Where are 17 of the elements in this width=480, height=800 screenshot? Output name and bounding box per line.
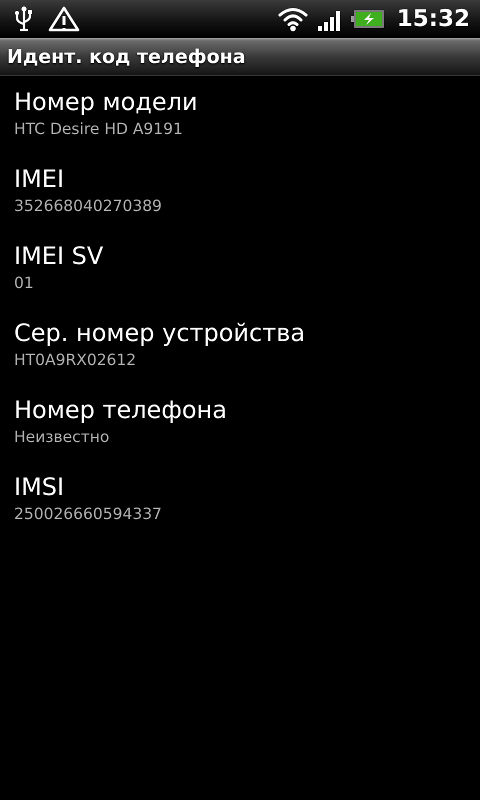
clock-time: 15:32: [396, 6, 470, 32]
screen-title: Идент. код телефона: [7, 46, 246, 68]
item-label: IMSI: [14, 472, 66, 503]
item-label: IMEI SV: [14, 241, 104, 272]
item-label: IMEI: [14, 164, 66, 195]
item-label: Номер телефона: [14, 395, 228, 426]
wifi-icon: [276, 6, 309, 32]
item-value: 01: [14, 273, 35, 294]
item-value: 250026660594337: [14, 504, 163, 525]
item-value: HTC Desire HD A9191: [14, 119, 184, 140]
item-label: Сер. номер устройства: [14, 318, 306, 349]
item-value: Неизвестно: [14, 427, 110, 448]
item-value: HT0A9RX02612: [14, 350, 138, 371]
warning-icon: [48, 5, 80, 33]
item-label: Номер модели: [14, 87, 199, 118]
usb-icon: [14, 6, 34, 32]
item-value: 352668040270389: [14, 196, 163, 217]
